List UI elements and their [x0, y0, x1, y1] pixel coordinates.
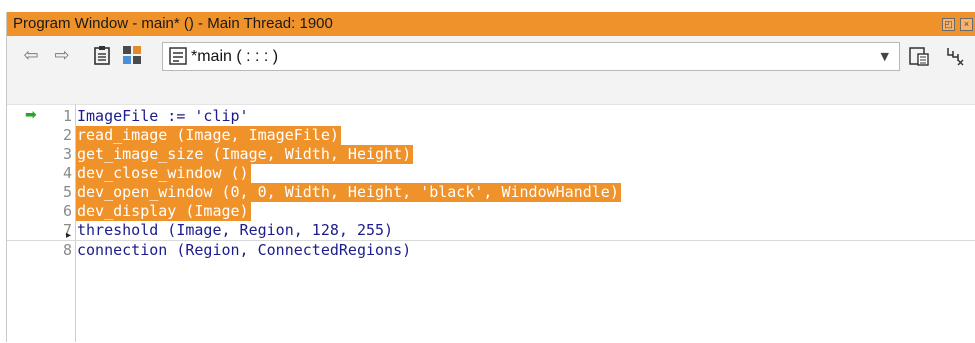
- clipboard-icon[interactable]: [91, 45, 113, 67]
- arrow-right-icon[interactable]: ⇨: [51, 45, 73, 67]
- grid-icon[interactable]: [121, 45, 143, 67]
- arrow-left-icon[interactable]: ⇦: [20, 45, 42, 67]
- line-number: 3: [62, 145, 72, 163]
- variable-icon[interactable]: [942, 45, 966, 67]
- code-line[interactable]: 5 dev_open_window (0, 0, Width, Height, …: [7, 183, 975, 202]
- restore-icon[interactable]: ◰: [942, 18, 955, 31]
- code-text[interactable]: dev_open_window (0, 0, Width, Height, 'b…: [76, 183, 621, 202]
- procedure-name: *main ( : : : ): [191, 48, 279, 65]
- code-line[interactable]: 7 threshold (Image, Region, 128, 255): [7, 221, 975, 241]
- code-text[interactable]: read_image (Image, ImageFile): [76, 126, 341, 145]
- line-number: 6: [62, 202, 72, 220]
- line-number: 8: [62, 241, 72, 259]
- window-title: Program Window - main* () - Main Thread:…: [13, 15, 333, 32]
- calculator-icon[interactable]: [907, 45, 931, 67]
- close-icon[interactable]: ×: [960, 18, 973, 31]
- toolbar: ⇦ ⇨ *main ( : : : ) ▼: [7, 37, 975, 77]
- insertion-marker-icon: ▸: [66, 230, 72, 241]
- code-text[interactable]: ImageFile := 'clip': [76, 107, 251, 126]
- code-line[interactable]: 2 read_image (Image, ImageFile): [7, 126, 975, 145]
- line-number: 4: [62, 164, 72, 182]
- title-bar[interactable]: Program Window - main* () - Main Thread:…: [7, 12, 975, 36]
- program-window: Program Window - main* () - Main Thread:…: [6, 12, 975, 343]
- code-line[interactable]: 1 ImageFile := 'clip': [7, 107, 975, 126]
- code-line[interactable]: 4 dev_close_window (): [7, 164, 975, 183]
- code-line[interactable]: 6 dev_display (Image): [7, 202, 975, 221]
- line-number: 5: [62, 183, 72, 201]
- line-number: 1: [62, 107, 72, 125]
- code-text[interactable]: dev_display (Image): [76, 202, 251, 221]
- code-text[interactable]: dev_close_window (): [76, 164, 251, 183]
- code-line[interactable]: 3 get_image_size (Image, Width, Height): [7, 145, 975, 164]
- code-text[interactable]: connection (Region, ConnectedRegions): [76, 241, 413, 260]
- procedure-icon: [169, 47, 187, 65]
- chevron-down-icon[interactable]: ▼: [881, 43, 889, 70]
- code-text[interactable]: get_image_size (Image, Width, Height): [76, 145, 414, 164]
- procedure-select[interactable]: *main ( : : : ) ▼: [162, 42, 900, 71]
- line-number: 2: [62, 126, 72, 144]
- code-text[interactable]: threshold (Image, Region, 128, 255): [76, 221, 395, 240]
- code-line[interactable]: 8 connection (Region, ConnectedRegions): [7, 241, 975, 260]
